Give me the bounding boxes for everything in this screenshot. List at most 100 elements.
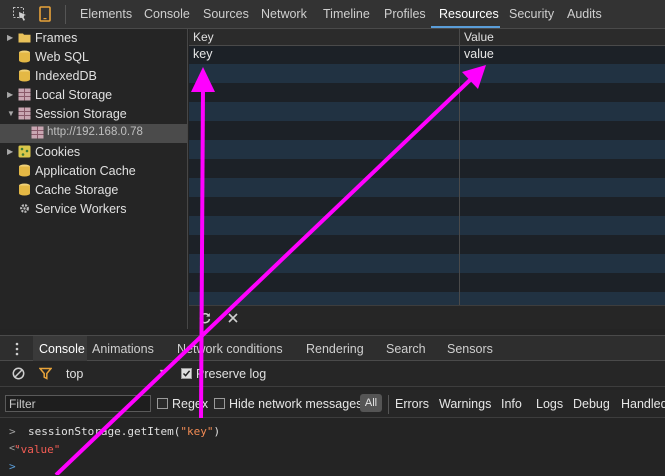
result-value: "value"	[14, 443, 61, 456]
tab-profiles[interactable]: Profiles	[384, 7, 426, 21]
storage-grid-icon	[18, 107, 31, 120]
tab-network[interactable]: Network	[261, 7, 307, 21]
drawer-tab-console[interactable]: Console	[39, 342, 85, 356]
hide-network-label[interactable]: Hide network messages	[229, 397, 362, 411]
storage-grid-icon	[31, 126, 44, 139]
preserve-log-label[interactable]: Preserve log	[196, 367, 266, 381]
empty-row	[189, 178, 665, 197]
context-selector[interactable]: top	[66, 367, 83, 381]
level-warnings-button[interactable]: Warnings	[439, 397, 491, 411]
database-icon	[19, 69, 30, 82]
device-mode-icon[interactable]	[37, 6, 53, 22]
sidebar-item-application-cache[interactable]: Application Cache	[0, 162, 187, 181]
sidebar-item-label: Application Cache	[35, 164, 136, 178]
sidebar-item-label: Cookies	[35, 145, 81, 159]
gear-icon	[20, 204, 29, 213]
database-icon	[19, 183, 30, 196]
session-storage-table: Key Value key value	[189, 29, 665, 305]
tab-console[interactable]: Console	[144, 7, 190, 21]
preserve-log-checkbox[interactable]	[181, 368, 192, 379]
sidebar-item-service-workers[interactable]: Service Workers	[0, 200, 187, 219]
command-argument: "key"	[180, 425, 214, 438]
empty-row	[189, 216, 665, 235]
sidebar-item-web-sql[interactable]: Web SQL	[0, 48, 187, 67]
regex-checkbox[interactable]	[157, 398, 168, 409]
sidebar-item-label: Web SQL	[35, 50, 89, 64]
table-header: Key Value	[189, 29, 665, 46]
filter-funnel-icon[interactable]	[39, 367, 52, 380]
input-prompt-icon: >	[9, 460, 16, 473]
empty-row	[189, 159, 665, 178]
tab-timeline[interactable]: Timeline	[323, 7, 370, 21]
drawer-tab-search[interactable]: Search	[386, 342, 426, 356]
resources-sidebar: ▶ Frames Web SQL IndexedDB ▶ Local Stora…	[0, 29, 188, 329]
console-result-line[interactable]: <· "value"	[0, 441, 665, 459]
sidebar-item-label: IndexedDB	[35, 69, 97, 83]
storage-footer-toolbar	[189, 305, 665, 329]
expand-arrow-icon[interactable]: ▶	[7, 147, 13, 156]
sidebar-item-label: Cache Storage	[35, 183, 119, 197]
context-dropdown-icon[interactable]: ▼	[158, 367, 167, 377]
filter-input[interactable]	[5, 395, 151, 412]
drawer-tabbar: Console Animations Network conditions Re…	[0, 335, 665, 361]
storage-grid-icon	[18, 88, 31, 101]
cell-key[interactable]: key	[193, 47, 212, 61]
level-debug-button[interactable]: Debug	[573, 397, 610, 411]
cookie-icon	[18, 145, 31, 158]
drawer-tab-sensors[interactable]: Sensors	[447, 342, 493, 356]
console-command: sessionStorage.getItem("key")	[28, 425, 220, 438]
sidebar-item-cache-storage[interactable]: Cache Storage	[0, 181, 187, 200]
clear-console-icon[interactable]	[12, 367, 25, 380]
level-errors-button[interactable]: Errors	[395, 397, 429, 411]
folder-icon	[18, 33, 31, 43]
console-prompt-line[interactable]: >	[0, 458, 665, 476]
toolbar-divider	[65, 5, 66, 24]
sidebar-item-label: Service Workers	[35, 202, 127, 216]
drawer-tab-network-conditions[interactable]: Network conditions	[177, 342, 283, 356]
sidebar-item-cookies[interactable]: ▶ Cookies	[0, 143, 187, 162]
tab-audits[interactable]: Audits	[567, 7, 602, 21]
tab-resources[interactable]: Resources	[439, 7, 499, 21]
cell-value[interactable]: value	[464, 47, 494, 61]
expand-arrow-icon[interactable]: ▶	[7, 90, 13, 99]
sidebar-item-indexeddb[interactable]: IndexedDB	[0, 67, 187, 86]
expand-arrow-icon[interactable]: ▶	[7, 33, 13, 42]
database-icon	[19, 164, 30, 177]
drawer-tab-rendering[interactable]: Rendering	[306, 342, 364, 356]
sidebar-item-local-storage[interactable]: ▶ Local Storage	[0, 86, 187, 105]
column-header-key[interactable]: Key	[193, 30, 214, 44]
table-row[interactable]: key value	[189, 45, 665, 64]
empty-row	[189, 273, 665, 292]
console-toolbar: top ▼ Preserve log	[0, 361, 665, 387]
delete-icon[interactable]	[228, 313, 238, 323]
level-logs-button[interactable]: Logs	[536, 397, 563, 411]
console-command-line[interactable]: > sessionStorage.getItem("key")	[0, 423, 665, 441]
regex-label[interactable]: Regex	[172, 397, 208, 411]
tab-sources[interactable]: Sources	[203, 7, 249, 21]
devtools-tabbar: Elements Console Sources Network Timelin…	[0, 0, 665, 29]
sidebar-item-label: Frames	[35, 31, 78, 45]
column-divider[interactable]	[459, 29, 460, 305]
hide-network-checkbox[interactable]	[214, 398, 225, 409]
empty-row	[189, 83, 665, 102]
command-close-paren: )	[213, 425, 221, 438]
empty-row	[189, 254, 665, 273]
level-info-button[interactable]: Info	[501, 397, 522, 411]
tab-security[interactable]: Security	[509, 7, 554, 21]
level-handled-button[interactable]: Handled	[621, 397, 665, 411]
column-header-value[interactable]: Value	[464, 30, 494, 44]
sidebar-item-frames[interactable]: ▶ Frames	[0, 29, 187, 48]
empty-row	[189, 102, 665, 121]
database-icon	[19, 50, 30, 63]
sidebar-item-session-origin[interactable]: http://192.168.0.78	[0, 124, 187, 143]
refresh-icon[interactable]	[199, 312, 211, 324]
sidebar-item-session-storage[interactable]: ▼ Session Storage	[0, 105, 187, 124]
more-tools-icon[interactable]	[14, 342, 20, 356]
collapse-arrow-icon[interactable]: ▼	[7, 109, 15, 118]
drawer-tab-animations[interactable]: Animations	[92, 342, 154, 356]
tab-elements[interactable]: Elements	[80, 7, 132, 21]
command-function: sessionStorage.getItem(	[28, 425, 181, 438]
sidebar-item-label: Session Storage	[35, 107, 127, 121]
level-all-button[interactable]: All	[360, 394, 382, 412]
inspect-element-icon[interactable]	[12, 6, 28, 22]
